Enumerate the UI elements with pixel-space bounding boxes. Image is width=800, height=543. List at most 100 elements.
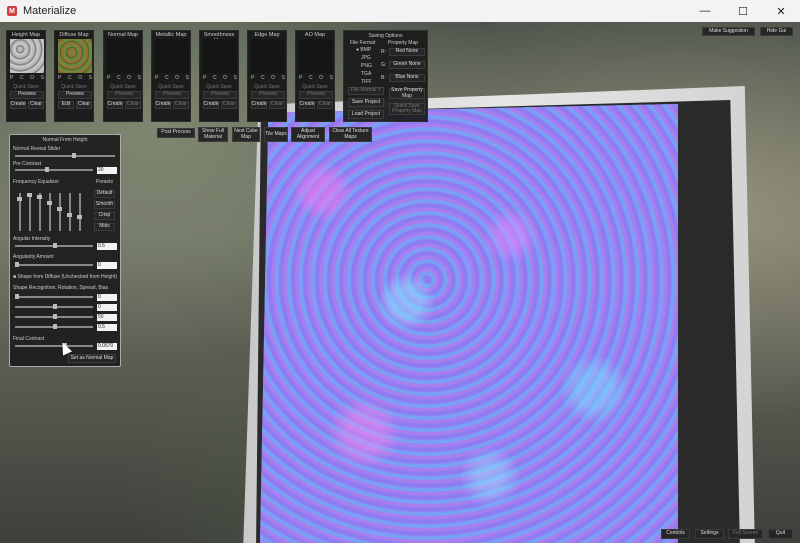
create-button[interactable]: Create bbox=[107, 101, 123, 109]
channel-s[interactable]: S bbox=[282, 75, 285, 81]
quick-save-label[interactable]: Quick Save bbox=[55, 84, 93, 90]
channel-s[interactable]: S bbox=[234, 75, 237, 81]
save-property-map-button[interactable]: Save Property Map bbox=[389, 88, 425, 99]
slider-knob[interactable] bbox=[53, 304, 57, 309]
preview-button[interactable]: Preview bbox=[203, 91, 237, 99]
show-full-material-button[interactable]: Show Full Material bbox=[198, 127, 228, 142]
channel-p[interactable]: P bbox=[203, 75, 206, 81]
create-button[interactable]: Create bbox=[10, 101, 26, 109]
quick-save-label[interactable]: Quick Save bbox=[7, 84, 45, 90]
quick-save-label[interactable]: Quick Save bbox=[104, 84, 142, 90]
angularity-amount-slider[interactable] bbox=[15, 262, 93, 267]
clear-button[interactable]: Clear bbox=[173, 101, 189, 109]
preset-mids-button[interactable]: Mids bbox=[94, 223, 115, 231]
edge-map-thumbnail[interactable] bbox=[251, 39, 285, 73]
maximize-button[interactable]: ☐ bbox=[724, 0, 762, 22]
preset-crisp-button[interactable]: Crisp bbox=[94, 212, 115, 220]
clear-button[interactable]: Clear bbox=[317, 101, 333, 109]
set-as-normal-map-button[interactable]: Set as Normal Map bbox=[68, 354, 116, 363]
slider-knob[interactable] bbox=[15, 262, 19, 267]
channel-p[interactable]: P bbox=[299, 75, 302, 81]
preview-button[interactable]: Preview bbox=[251, 91, 285, 99]
diffuse-map-thumbnail[interactable] bbox=[58, 39, 92, 73]
clear-button[interactable]: Clear bbox=[221, 101, 237, 109]
format-bmp[interactable]: ● BMP bbox=[356, 47, 371, 53]
channel-s[interactable]: S bbox=[330, 75, 333, 81]
close-button[interactable]: ✕ bbox=[762, 0, 800, 22]
slider-knob[interactable] bbox=[37, 195, 42, 199]
quick-save-label[interactable]: Quick Save bbox=[296, 84, 334, 90]
make-suggestion-button[interactable]: Make Suggestion bbox=[702, 27, 755, 36]
slider-knob[interactable] bbox=[72, 153, 76, 158]
angularity-amount-value[interactable]: 0 bbox=[97, 262, 117, 269]
hide-gui-button[interactable]: Hide Gui bbox=[760, 27, 793, 36]
normal-map-thumbnail[interactable] bbox=[107, 39, 141, 73]
create-button[interactable]: Create bbox=[203, 101, 219, 109]
slider-knob[interactable] bbox=[67, 213, 72, 217]
quick-save-property-map-button[interactable]: Quick Save Property Map bbox=[389, 103, 425, 115]
shape-rotation-value[interactable]: 0 bbox=[97, 304, 117, 311]
eq-band-5[interactable] bbox=[57, 193, 62, 231]
shape-bias-slider[interactable] bbox=[15, 324, 93, 329]
clear-all-texture-maps-button[interactable]: Clear All Texture Maps bbox=[329, 127, 372, 142]
clear-button[interactable]: Clear bbox=[28, 101, 44, 109]
channel-c[interactable]: C bbox=[165, 75, 169, 81]
next-cube-map-button[interactable]: Next Cube Map bbox=[232, 127, 260, 142]
slider-knob[interactable] bbox=[53, 243, 57, 248]
format-png[interactable]: PNG bbox=[361, 63, 372, 69]
ao-map-thumbnail[interactable] bbox=[299, 39, 333, 73]
format-tga[interactable]: TGA bbox=[361, 71, 371, 77]
channel-o[interactable]: O bbox=[319, 75, 323, 81]
preview-button[interactable]: Preview bbox=[155, 91, 189, 99]
channel-o[interactable]: O bbox=[78, 75, 82, 81]
channel-p[interactable]: P bbox=[107, 75, 110, 81]
shape-rotation-slider[interactable] bbox=[15, 304, 93, 309]
channel-c[interactable]: C bbox=[213, 75, 217, 81]
quick-save-label[interactable]: Quick Save bbox=[248, 84, 286, 90]
file-normal-y-toggle[interactable]: File Normal Y bbox=[348, 87, 384, 95]
preview-button[interactable]: Preview bbox=[107, 91, 141, 99]
eq-band-4[interactable] bbox=[47, 193, 52, 231]
clear-button[interactable]: Clear bbox=[269, 101, 285, 109]
eq-band-6[interactable] bbox=[67, 193, 72, 231]
shape-spread-value[interactable]: 50 bbox=[97, 314, 117, 321]
final-contrast-slider[interactable] bbox=[15, 343, 93, 348]
create-button[interactable]: Create bbox=[299, 101, 315, 109]
normal-reveal-slider[interactable] bbox=[15, 153, 115, 158]
channel-c[interactable]: C bbox=[261, 75, 265, 81]
channel-p[interactable]: P bbox=[10, 75, 13, 81]
quick-save-label[interactable]: Quick Save bbox=[152, 84, 190, 90]
controls-button[interactable]: Controls bbox=[661, 529, 690, 539]
channel-s[interactable]: S bbox=[186, 75, 189, 81]
channel-s[interactable]: S bbox=[138, 75, 141, 81]
format-tiff[interactable]: TIFF bbox=[361, 79, 372, 85]
shape-from-diffuse-checkbox[interactable]: ■ Shape from Diffuse (Unchecked from Hei… bbox=[13, 274, 117, 280]
settings-button[interactable]: Settings bbox=[695, 529, 724, 539]
preview-button[interactable]: Preview bbox=[10, 91, 44, 99]
save-project-button[interactable]: Save Project bbox=[348, 98, 384, 107]
preset-default-button[interactable]: Default bbox=[94, 190, 115, 198]
channel-c[interactable]: C bbox=[20, 75, 24, 81]
slider-knob[interactable] bbox=[27, 193, 32, 197]
green-channel-select[interactable]: Green None bbox=[389, 61, 425, 69]
angular-intensity-value[interactable]: 0.5 bbox=[97, 243, 117, 250]
clear-button[interactable]: Clear bbox=[125, 101, 141, 109]
eq-band-3[interactable] bbox=[37, 193, 42, 231]
smoothness-map-thumbnail[interactable] bbox=[203, 39, 237, 73]
pre-contrast-value[interactable]: 20 bbox=[97, 167, 117, 174]
pre-contrast-slider[interactable] bbox=[15, 167, 93, 172]
channel-o[interactable]: O bbox=[127, 75, 131, 81]
channel-s[interactable]: S bbox=[89, 75, 92, 81]
preview-button[interactable]: Preview bbox=[299, 91, 333, 99]
slider-knob[interactable] bbox=[53, 314, 57, 319]
height-map-thumbnail[interactable] bbox=[10, 39, 44, 73]
slider-knob[interactable] bbox=[57, 207, 62, 211]
shape-recognition-slider[interactable] bbox=[15, 294, 93, 299]
slider-knob[interactable] bbox=[77, 215, 82, 219]
final-contrast-value[interactable]: 0.0570 bbox=[97, 343, 117, 350]
preset-smooth-button[interactable]: Smooth bbox=[94, 201, 115, 209]
adjust-alignment-button[interactable]: Adjust Alignment bbox=[291, 127, 325, 142]
blue-channel-select[interactable]: Blue None bbox=[389, 74, 425, 82]
slider-knob[interactable] bbox=[17, 197, 22, 201]
channel-p[interactable]: P bbox=[58, 75, 61, 81]
